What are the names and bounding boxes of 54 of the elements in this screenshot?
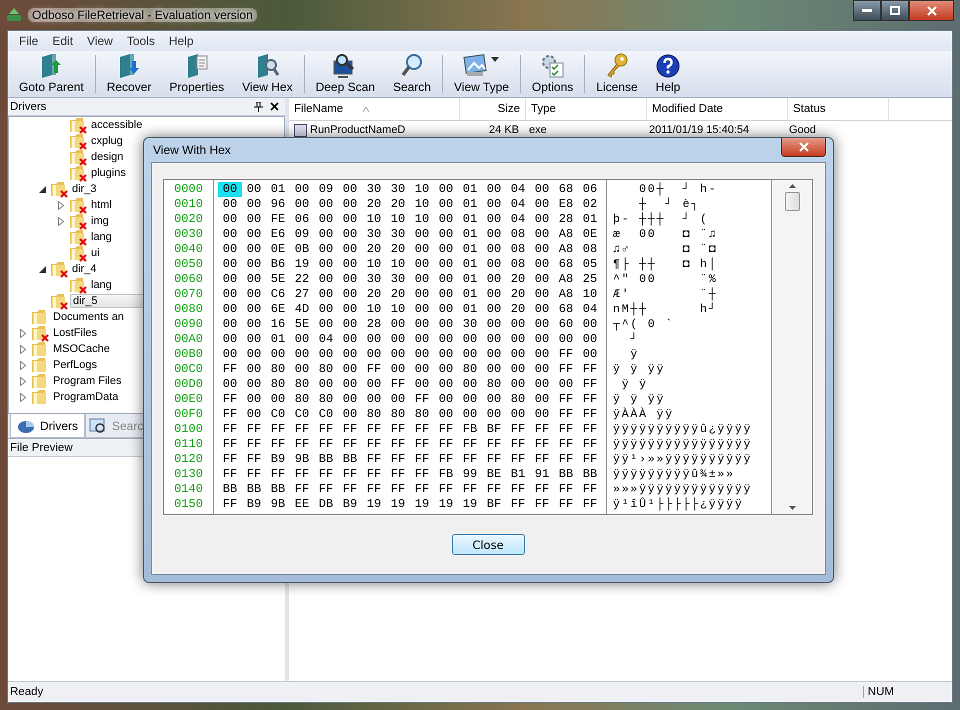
offset-label: 0110: [173, 437, 204, 452]
offset-label: 0070: [173, 287, 204, 302]
ascii-text: ┘: [629, 333, 640, 346]
table-cell-text: exe: [528, 124, 548, 136]
ascii-text: ┬^( 0 `: [613, 318, 674, 331]
ascii-text: ¶├ ┼┼ ◘ h│: [613, 258, 718, 271]
ascii-text: 00┼ ┘ h-: [638, 183, 718, 196]
ascii-text: ÿÀÀÀ ÿÿ: [613, 408, 674, 421]
offset-label: 00E0: [173, 392, 204, 407]
panel-title: File Preview: [10, 442, 73, 454]
ascii-text: Æ' ¨┼: [613, 288, 718, 301]
offset-label: 00A0: [173, 332, 204, 347]
status-text: Ready: [9, 686, 44, 698]
ascii-text: ÿÿÿÿÿÿÿÿÿÿû¿ÿÿÿÿ: [613, 423, 752, 436]
table-cell-text: 2011/01/19 15:40:54: [648, 124, 750, 136]
status-indicator: NUM: [862, 686, 898, 698]
ascii-text: ÿ ÿ ÿÿ: [613, 393, 666, 406]
ascii-text: ♫♂ ◘ ¨◘: [613, 243, 718, 256]
table-cell: RunProductNameD: [289, 124, 459, 136]
offset-label: 0090: [173, 317, 204, 332]
offset-label: 00C0: [173, 362, 204, 377]
offset-label: 00B0: [173, 347, 204, 362]
offset-label: 00D0: [173, 377, 204, 392]
table-cell-text: Good: [788, 124, 817, 136]
offset-label: 0040: [173, 242, 204, 257]
offset-label: 0000: [173, 182, 204, 197]
ascii-text: nM┼┼ h┘: [613, 303, 718, 316]
dialog-title: View With Hex: [153, 143, 231, 157]
ascii-text: þ- ┼┼┼ ┘ (: [613, 213, 709, 226]
ascii-text: ÿÿÿÿÿÿÿÿÿÿÿÿÿÿÿÿ: [613, 438, 752, 451]
offset-label: 0060: [173, 272, 204, 287]
ascii-text: ^" 00 ¨%: [613, 273, 718, 286]
ascii-text: ÿÿ¹›»»ÿÿÿÿÿÿÿÿÿÿ: [613, 453, 752, 466]
panel-title: Drivers: [10, 100, 46, 112]
ascii-text: æ 00 ◘ ¨♫: [613, 228, 718, 241]
offset-label: 0020: [173, 212, 204, 227]
table-cell-text: 24 KB: [488, 124, 520, 136]
ascii-text: ÿ ÿ ÿÿ: [613, 363, 666, 376]
ascii-text: »»»ÿÿÿÿÿÿÿÿÿÿÿÿÿ: [613, 483, 752, 496]
offset-label: 0100: [173, 422, 204, 437]
offset-label: 0120: [173, 452, 204, 467]
ascii-text: ÿ ÿ: [620, 378, 648, 391]
offset-label: 0130: [173, 467, 204, 482]
offset-label: 0080: [173, 302, 204, 317]
offset-label: 0140: [173, 482, 204, 497]
offset-label: 0150: [173, 497, 204, 512]
ascii-text: ÿÿÿÿÿÿÿÿÿû¾±»»: [613, 468, 735, 481]
offset-label: 0010: [173, 197, 204, 212]
offset-label: 00F0: [173, 407, 204, 422]
ascii-text: ÿ: [629, 348, 640, 361]
offset-label: 0050: [173, 257, 204, 272]
ascii-text: ┼ ┘ è┐: [638, 198, 700, 211]
ascii-text: ÿ¹îÛ¹├├├├├¿ÿÿÿÿ: [613, 498, 744, 511]
offset-label: 0030: [173, 227, 204, 242]
